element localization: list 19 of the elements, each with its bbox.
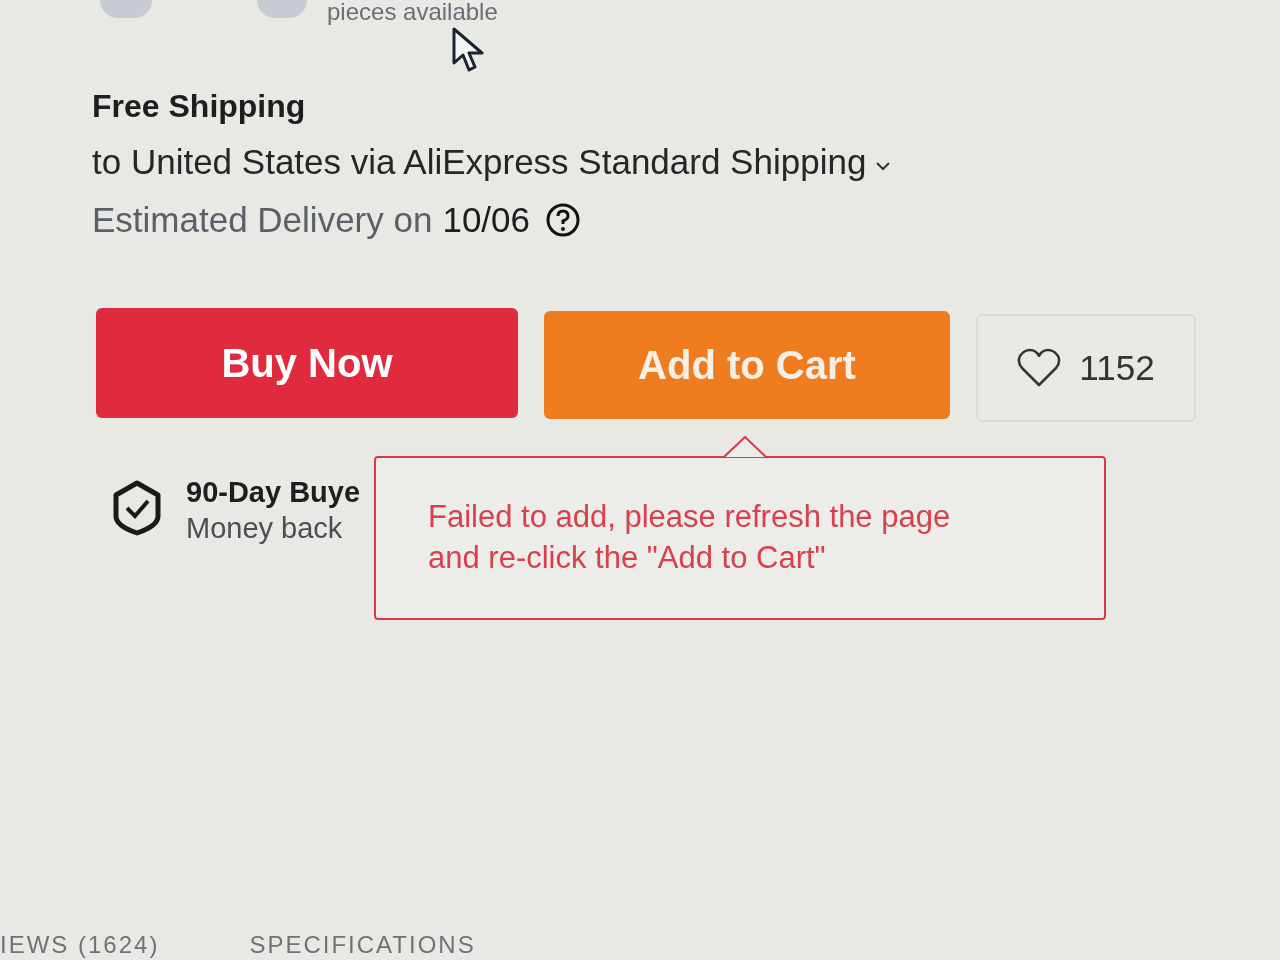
heart-icon: [1017, 348, 1062, 388]
help-icon[interactable]: [546, 203, 580, 237]
add-to-cart-button[interactable]: Add to Cart: [544, 311, 950, 419]
round-button[interactable]: [100, 0, 152, 18]
delivery-date: 10/06: [442, 199, 530, 241]
delivery-label: Estimated Delivery on: [92, 199, 433, 241]
tab[interactable]: SPECIFICATIONS: [249, 932, 476, 958]
chevron-down-icon: [876, 161, 891, 171]
wishlist-button[interactable]: 1152: [976, 314, 1196, 422]
error-message: Failed to add, please refresh the page and re-click the "Add to Cart": [428, 498, 952, 577]
tab[interactable]: IEWS (1624): [0, 932, 160, 958]
shield-check-icon: [112, 480, 162, 536]
shipping-title: Free Shipping: [92, 87, 306, 126]
round-button[interactable]: [257, 0, 307, 18]
shipping-method-dropdown[interactable]: to United States via AliExpress Standard Shipping: [92, 140, 891, 184]
availability-text: pieces available: [327, 0, 498, 24]
guarantee-subtitle: Money back: [186, 511, 344, 546]
guarantee-title: 90-Day Buye: [186, 475, 361, 510]
buy-now-button[interactable]: Buy Now: [96, 308, 518, 418]
